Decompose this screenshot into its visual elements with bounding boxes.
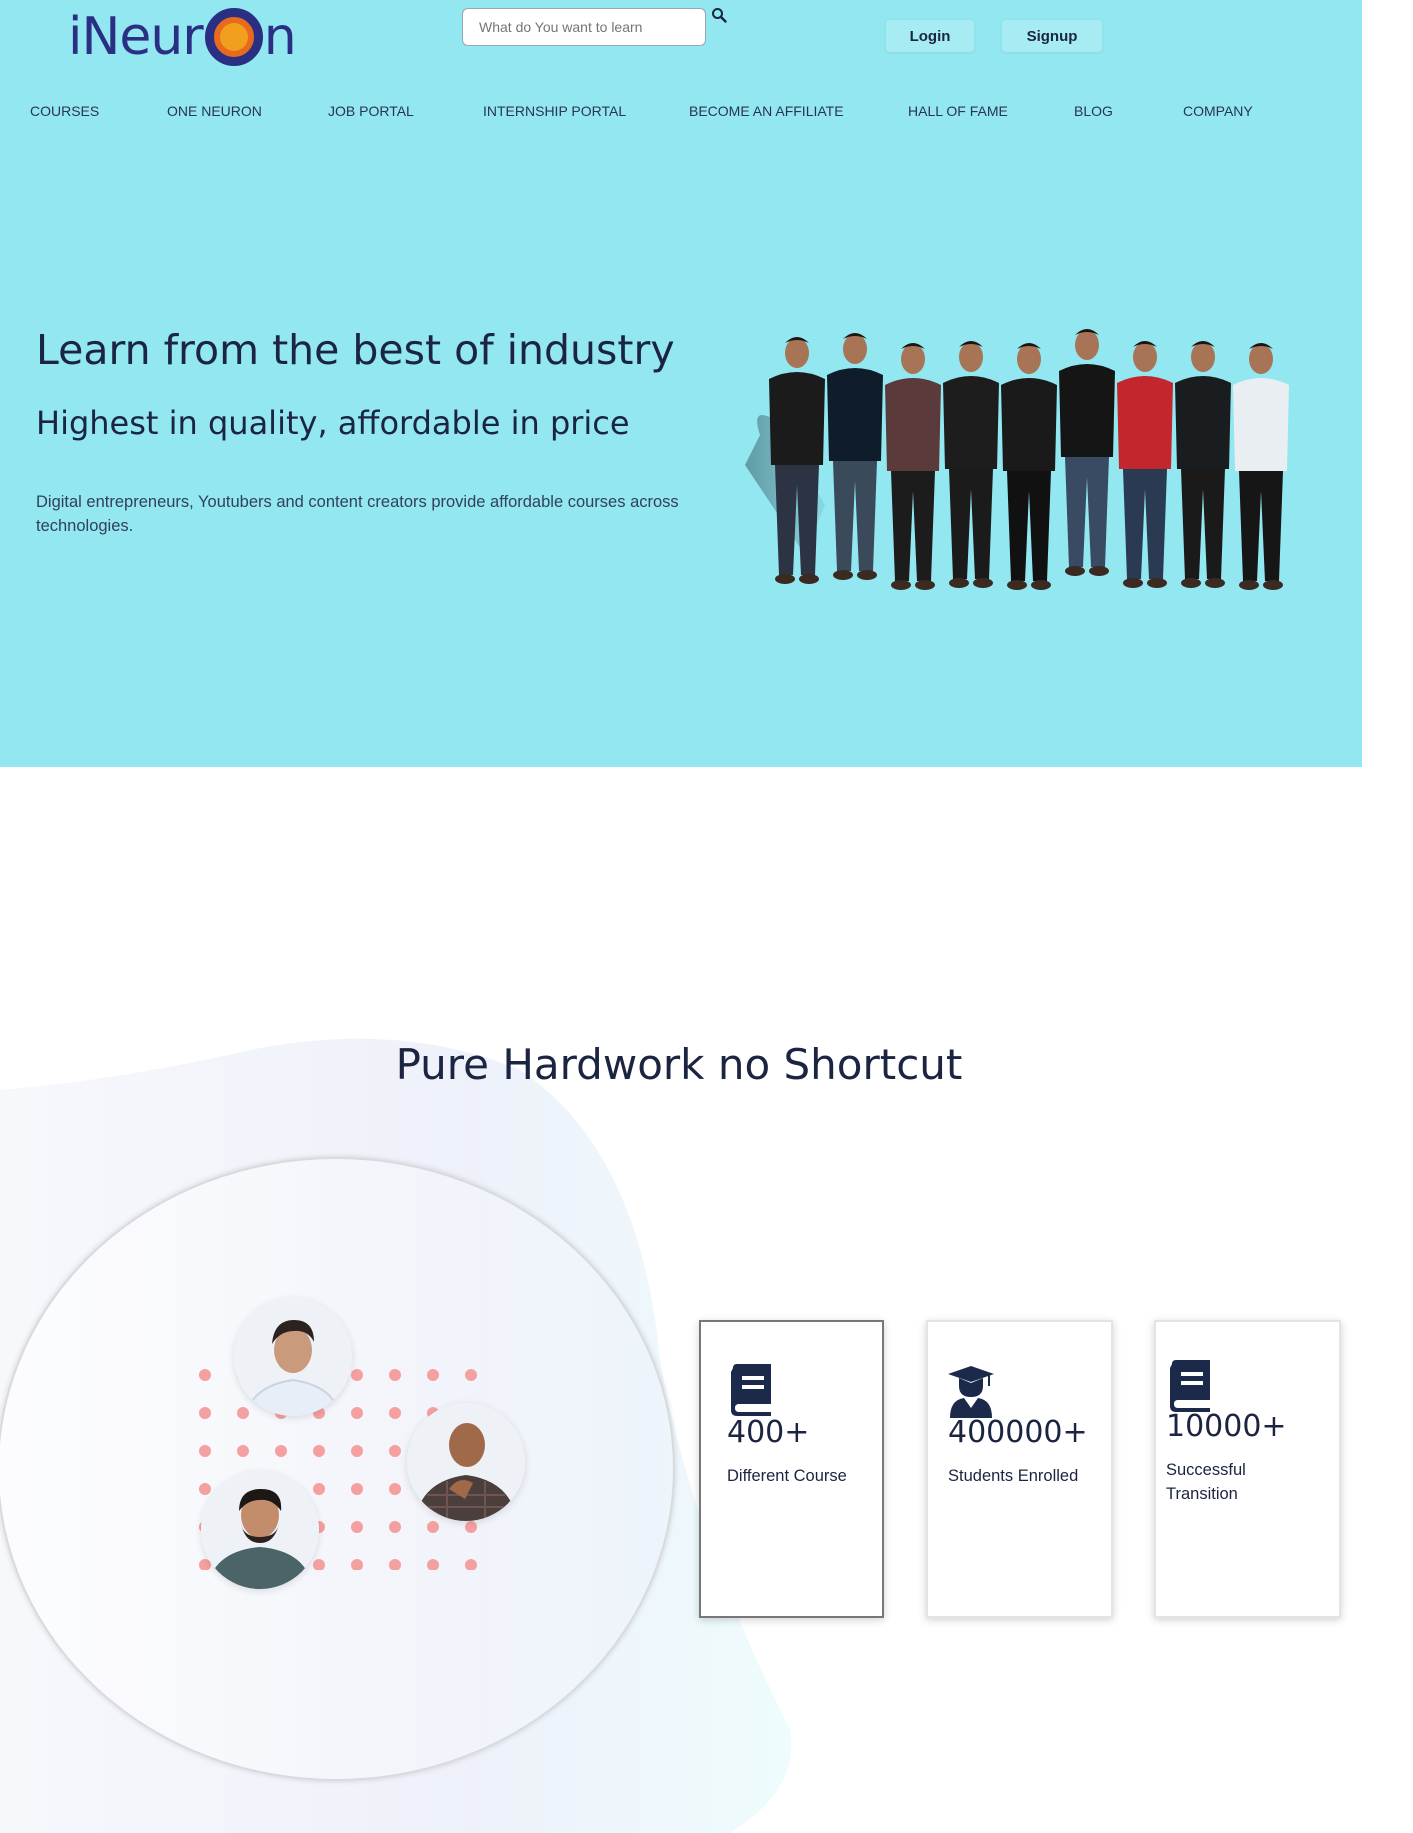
team-member <box>1059 329 1115 576</box>
team-member <box>1175 341 1231 588</box>
pattern-dot <box>427 1559 439 1570</box>
section-title: Pure Hardwork no Shortcut <box>395 1040 963 1089</box>
logo-ring-icon <box>204 8 263 66</box>
hero-subtitle: Highest in quality, affordable in price <box>36 404 630 442</box>
main-nav: COURSES ONE NEURON JOB PORTAL INTERNSHIP… <box>0 103 1362 127</box>
pattern-dot <box>351 1445 363 1457</box>
stat-value: 10000+ <box>1166 1409 1287 1444</box>
team-member <box>769 337 825 584</box>
stat-label: Students Enrolled <box>948 1467 1079 1485</box>
nav-item-courses[interactable]: COURSES <box>30 103 99 119</box>
pattern-dot <box>351 1407 363 1419</box>
pattern-dot <box>199 1407 211 1419</box>
hero-section: iNeurn Login Signup COURSES ONE NEURON J… <box>0 0 1362 767</box>
pattern-dot <box>389 1369 401 1381</box>
team-member <box>885 343 941 590</box>
team-member <box>1233 343 1289 590</box>
nav-item-hall-of-fame[interactable]: HALL OF FAME <box>908 103 1008 119</box>
team-member <box>827 333 883 580</box>
team-member <box>943 341 999 588</box>
pattern-dot <box>237 1407 249 1419</box>
pattern-dot <box>389 1407 401 1419</box>
nav-item-internship-portal[interactable]: INTERNSHIP PORTAL <box>483 103 626 119</box>
pattern-dot <box>351 1559 363 1570</box>
logo-text-right: n <box>263 7 297 67</box>
stat-label: Different Course <box>727 1467 847 1485</box>
nav-item-job-portal[interactable]: JOB PORTAL <box>328 103 414 119</box>
instructor-avatar <box>234 1298 352 1416</box>
pattern-dot <box>351 1483 363 1495</box>
pattern-dot <box>313 1483 325 1495</box>
login-button[interactable]: Login <box>886 20 974 52</box>
nav-item-blog[interactable]: BLOG <box>1074 103 1113 119</box>
pattern-dot <box>351 1369 363 1381</box>
stat-label: Successful Transition <box>1166 1461 1246 1503</box>
pattern-dot <box>465 1369 477 1381</box>
pattern-dot <box>237 1445 249 1457</box>
pattern-dot <box>465 1559 477 1570</box>
stat-value: 400000+ <box>948 1415 1088 1450</box>
stat-value: 400+ <box>727 1415 810 1450</box>
stat-card-courses: 400+ Different Course <box>699 1320 884 1618</box>
search-input[interactable] <box>462 8 706 46</box>
pattern-dot <box>313 1445 325 1457</box>
hero-title: Learn from the best of industry <box>36 326 675 374</box>
pattern-dot <box>389 1559 401 1570</box>
pattern-dot <box>199 1483 211 1495</box>
nav-item-one-neuron[interactable]: ONE NEURON <box>167 103 262 119</box>
search-icon[interactable] <box>711 7 727 23</box>
nav-item-become-an-affiliate[interactable]: BECOME AN AFFILIATE <box>689 103 844 119</box>
pattern-dot <box>427 1369 439 1381</box>
hero-description: Digital entrepreneurs, Youtubers and con… <box>36 493 679 535</box>
graduate-icon <box>948 1366 994 1418</box>
logo-text-left: iNeur <box>68 7 204 67</box>
pattern-dot <box>389 1483 401 1495</box>
instructor-avatar <box>407 1403 525 1521</box>
pattern-dot <box>427 1521 439 1533</box>
pattern-dot <box>465 1521 477 1533</box>
instructor-avatar <box>201 1471 319 1589</box>
pattern-dot <box>199 1369 211 1381</box>
stat-card-students: 400000+ Students Enrolled <box>926 1320 1113 1618</box>
team-member <box>1117 341 1173 588</box>
team-photo <box>745 329 1289 590</box>
pattern-dot <box>389 1445 401 1457</box>
stat-card-transitions: 10000+ Successful Transition <box>1154 1320 1341 1618</box>
pattern-dot <box>275 1445 287 1457</box>
pattern-dot <box>389 1521 401 1533</box>
ineuron-logo[interactable]: iNeur n <box>68 4 297 70</box>
pattern-dot <box>313 1559 325 1570</box>
signup-button[interactable]: Signup <box>1002 20 1102 52</box>
pattern-dot <box>351 1521 363 1533</box>
team-member <box>1001 343 1057 590</box>
pattern-dot <box>199 1445 211 1457</box>
book-icon <box>731 1364 771 1416</box>
book-icon <box>1170 1360 1210 1412</box>
nav-item-company[interactable]: COMPANY <box>1183 103 1253 119</box>
